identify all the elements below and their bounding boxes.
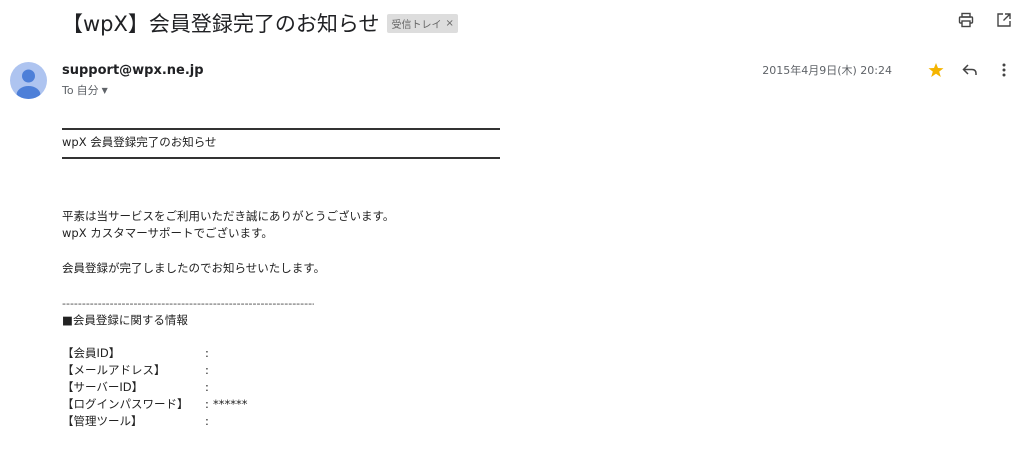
body-heading: wpX 会員登録完了のお知らせ <box>62 135 217 149</box>
info-separator: : <box>205 380 209 394</box>
info-value: ****** <box>213 397 248 411</box>
section-title: ■会員登録に関する情報 <box>62 313 188 327</box>
person-avatar-icon <box>10 62 47 99</box>
info-separator: : <box>205 397 209 411</box>
info-key: 【管理ツール】 <box>62 414 143 428</box>
star-icon[interactable] <box>928 62 944 78</box>
inbox-label-text: 受信トレイ <box>391 19 442 31</box>
recipient-prefix: To <box>62 83 74 97</box>
message-meta: 2015年4月9日(木) 20:24 <box>762 62 1012 78</box>
info-row: 【ログインパスワード】 : ****** <box>62 396 500 413</box>
chevron-down-icon[interactable]: ▼ <box>102 86 108 95</box>
divider <box>62 157 500 159</box>
recipient-details[interactable]: To 自分 ▼ <box>62 82 108 98</box>
info-row: 【メールアドレス】 : <box>62 362 500 379</box>
info-key: 【サーバーID】 <box>62 380 144 394</box>
info-key: 【ログインパスワード】 <box>62 397 189 411</box>
sender-email[interactable]: support@wpx.ne.jp <box>62 63 204 78</box>
printer-icon[interactable] <box>958 12 974 28</box>
info-key: 【会員ID】 <box>62 346 121 360</box>
body-line: 平素は当サービスをご利用いただき誠にありがとうございます。 <box>62 209 395 223</box>
info-row: 【サーバーID】 : <box>62 379 500 396</box>
reply-icon[interactable] <box>962 62 978 78</box>
top-actions <box>958 12 1012 28</box>
open-in-new-window-icon[interactable] <box>996 12 1012 28</box>
message-body: wpX 会員登録完了のお知らせ 平素は当サービスをご利用いただき誠にありがとうご… <box>62 125 500 430</box>
info-key: 【メールアドレス】 <box>62 363 166 377</box>
info-separator: : <box>205 363 209 377</box>
subject-row: 【wpX】会員登録完了のお知らせ 受信トレイ × <box>62 8 458 38</box>
message-date: 2015年4月9日(木) 20:24 <box>762 64 892 77</box>
divider <box>62 128 500 130</box>
info-row: 【会員ID】 : <box>62 345 500 362</box>
info-separator: : <box>205 346 209 360</box>
info-separator: : <box>205 414 209 428</box>
recipient-name: 自分 <box>76 84 99 97</box>
more-vertical-icon[interactable] <box>996 62 1012 78</box>
separator-line: ----------------------------------------… <box>62 297 314 310</box>
info-row: 【管理ツール】 : <box>62 413 500 430</box>
email-view: 【wpX】会員登録完了のお知らせ 受信トレイ × support@wpx.ne.… <box>0 0 1024 462</box>
remove-label-button[interactable]: × <box>445 18 453 29</box>
body-line: wpX カスタマーサポートでございます。 <box>62 226 273 240</box>
email-subject: 【wpX】会員登録完了のお知らせ <box>62 12 380 36</box>
body-notice: 会員登録が完了しましたのでお知らせいたします。 <box>62 261 326 275</box>
inbox-label-chip[interactable]: 受信トレイ × <box>387 13 458 33</box>
